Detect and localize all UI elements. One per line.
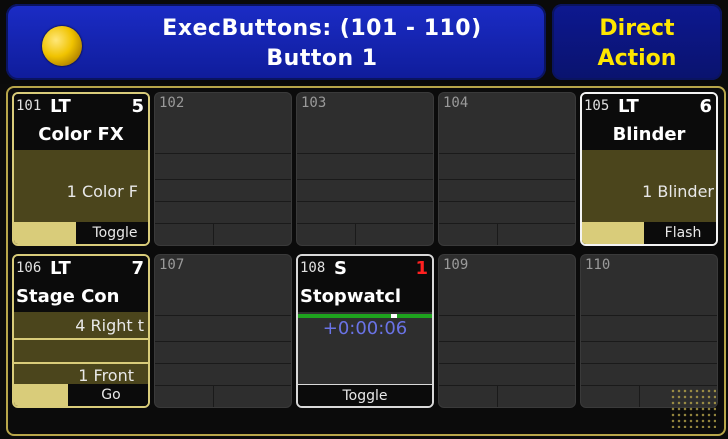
exec-type: S <box>334 258 347 279</box>
divider <box>581 363 717 364</box>
exec-cue-text-2: 1 Front <box>78 366 134 385</box>
exec-toggle-button[interactable]: Toggle <box>78 222 148 244</box>
exec-number: 106 <box>16 260 42 276</box>
exec-header: 108 S 1 <box>298 256 432 282</box>
divider <box>155 385 291 386</box>
exec-number: 110 <box>585 257 611 273</box>
exec-button-bar: Toggle <box>298 384 432 406</box>
exec-button-107[interactable]: 107 <box>154 254 292 408</box>
exec-toggle-button[interactable]: Toggle <box>298 384 432 406</box>
exec-type: LT <box>618 96 639 117</box>
divider <box>581 385 717 386</box>
exec-button-bar: Flash <box>582 222 716 244</box>
exec-button-110[interactable]: 110 <box>580 254 718 408</box>
exec-button-102[interactable]: 102 <box>154 92 292 246</box>
exec-button-108[interactable]: 108 S 1 Stopwatcl +0:00:06 Toggle <box>296 254 434 408</box>
exec-button-104[interactable]: 104 <box>438 92 576 246</box>
exec-type: LT <box>50 96 71 117</box>
exec-number: 108 <box>300 260 326 276</box>
exec-cue-text: 1 Blinder <box>642 182 714 201</box>
exec-type: LT <box>50 258 71 279</box>
divider <box>439 201 575 202</box>
header: ExecButtons: (101 - 110) Button 1 Direct… <box>0 0 728 84</box>
exec-cue-text: 4 Right t <box>75 316 144 335</box>
exec-name: Blinder <box>582 120 716 150</box>
divider <box>439 223 575 224</box>
divider <box>497 386 498 407</box>
exec-number: 103 <box>301 95 327 111</box>
direct-action-label-1: Direct <box>599 16 675 41</box>
divider <box>581 315 717 316</box>
divider <box>439 363 575 364</box>
exec-flash-button[interactable]: Flash <box>646 222 716 244</box>
exec-page: 6 <box>699 96 712 117</box>
exec-level-bar <box>14 222 76 244</box>
exec-button-103[interactable]: 103 <box>296 92 434 246</box>
exec-page: 5 <box>131 96 144 117</box>
exec-button-bar: Go <box>14 384 148 406</box>
divider <box>355 224 356 245</box>
exec-number: 104 <box>443 95 469 111</box>
exec-level-bar <box>582 222 644 244</box>
exec-button-106[interactable]: 106 LT 7 Stage Con 4 Right t 1 Front Go <box>12 254 150 408</box>
exec-level-bar <box>14 384 68 406</box>
exec-number: 109 <box>443 257 469 273</box>
divider <box>297 153 433 154</box>
divider <box>14 362 148 364</box>
exec-go-button[interactable]: Go <box>70 384 148 406</box>
exec-page: 7 <box>131 258 144 279</box>
divider <box>297 201 433 202</box>
exec-page: 1 <box>415 258 428 279</box>
exec-button-101[interactable]: 101 LT 5 Color FX 1 Color F Toggle <box>12 92 150 246</box>
divider <box>213 386 214 407</box>
divider <box>439 153 575 154</box>
stopwatch-time: +0:00:06 <box>322 318 408 339</box>
exec-header: 105 LT 6 <box>582 94 716 120</box>
exec-number: 107 <box>159 257 185 273</box>
divider <box>581 341 717 342</box>
divider <box>155 341 291 342</box>
divider <box>497 224 498 245</box>
exec-name: Color FX <box>14 120 148 150</box>
direct-action-button[interactable]: Direct Action <box>552 4 722 80</box>
direct-action-label-2: Action <box>597 46 677 71</box>
exec-header: 106 LT 7 <box>14 256 148 282</box>
exec-number: 102 <box>159 95 185 111</box>
divider <box>155 223 291 224</box>
title-line1: ExecButtons: (101 - 110) <box>162 16 482 41</box>
exec-number: 105 <box>584 98 610 114</box>
title-line2: Button 1 <box>266 46 378 71</box>
divider <box>297 223 433 224</box>
exec-button-109[interactable]: 109 <box>438 254 576 408</box>
divider <box>155 179 291 180</box>
exec-cue-text: 1 Color F <box>66 182 138 201</box>
divider <box>155 315 291 316</box>
divider <box>155 201 291 202</box>
exec-button-bar: Toggle <box>14 222 148 244</box>
divider <box>439 385 575 386</box>
divider <box>439 341 575 342</box>
divider <box>213 224 214 245</box>
exec-header: 101 LT 5 <box>14 94 148 120</box>
exec-number: 101 <box>16 98 42 114</box>
divider <box>14 338 148 340</box>
divider <box>439 315 575 316</box>
divider <box>439 179 575 180</box>
divider <box>639 386 640 407</box>
divider <box>155 363 291 364</box>
exec-name: Stopwatcl <box>298 282 432 312</box>
divider <box>155 153 291 154</box>
exec-grid: 101 LT 5 Color FX 1 Color F Toggle 102 1… <box>6 86 726 436</box>
exec-name: Stage Con <box>14 282 148 312</box>
title-panel[interactable]: ExecButtons: (101 - 110) Button 1 <box>6 4 546 80</box>
divider <box>297 179 433 180</box>
status-orb-icon[interactable] <box>42 26 82 66</box>
exec-button-105[interactable]: 105 LT 6 Blinder 1 Blinder Flash <box>580 92 718 246</box>
resize-grip-icon[interactable] <box>670 388 716 428</box>
